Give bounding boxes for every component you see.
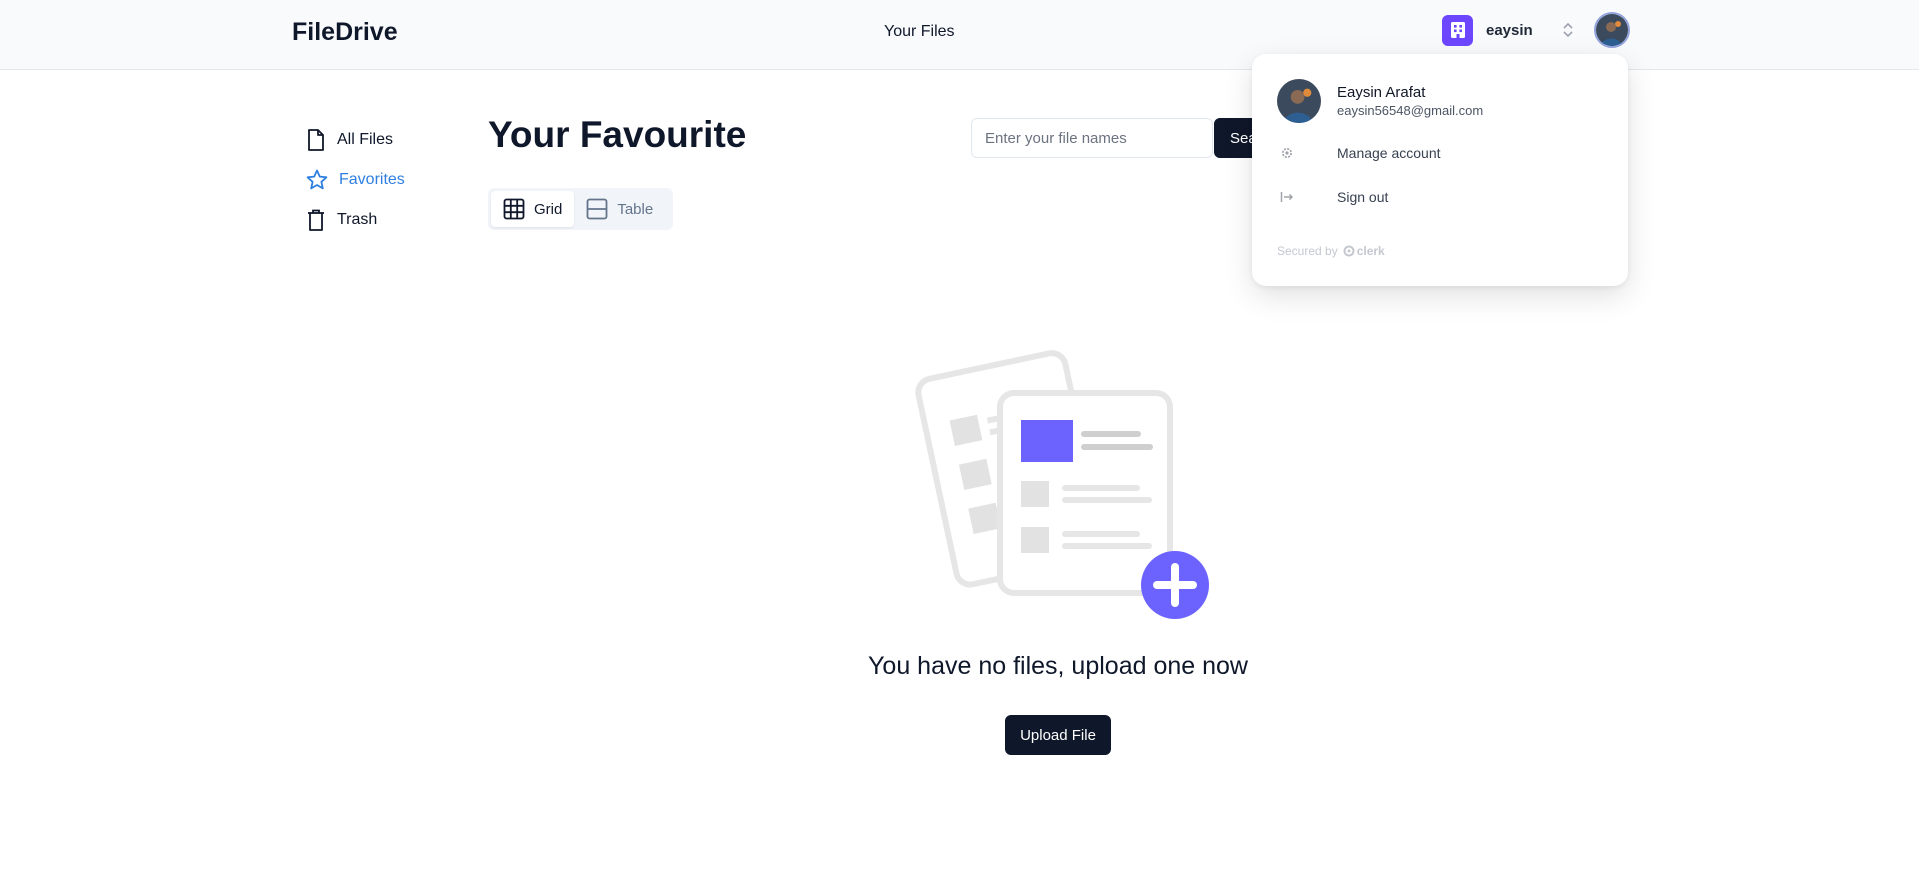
sidebar-item-all-files[interactable]: All Files xyxy=(305,124,455,156)
avatar xyxy=(1277,79,1321,123)
sidebar-item-trash[interactable]: Trash xyxy=(305,204,455,236)
clerk-brand[interactable]: clerk xyxy=(1343,244,1385,258)
sidebar-nav: All Files Favorites Trash xyxy=(305,124,455,244)
table-icon xyxy=(586,198,608,220)
sidebar-item-label: Favorites xyxy=(339,171,405,188)
search-form: Sea xyxy=(971,118,1304,158)
sign-out-label: Sign out xyxy=(1337,189,1389,205)
search-input[interactable] xyxy=(971,118,1213,158)
view-toggle: Grid Table xyxy=(488,188,673,230)
building-icon xyxy=(1442,14,1473,46)
tab-table[interactable]: Table xyxy=(574,191,665,227)
avatar xyxy=(1596,14,1628,46)
gear-icon xyxy=(1277,146,1297,160)
star-icon xyxy=(306,169,328,190)
organization-name: eaysin xyxy=(1486,21,1533,39)
sidebar-item-label: All Files xyxy=(337,131,394,148)
tab-label: Grid xyxy=(534,200,563,218)
manage-account-button[interactable]: Manage account xyxy=(1277,139,1607,167)
trash-icon xyxy=(308,209,324,231)
secured-by-text: Secured by xyxy=(1277,244,1338,258)
app-logo[interactable]: FileDrive xyxy=(292,18,398,47)
user-email: eaysin56548@gmail.com xyxy=(1337,103,1484,118)
user-full-name: Eaysin Arafat xyxy=(1337,84,1426,101)
grid-icon xyxy=(503,198,525,220)
empty-state-message: You have no files, upload one now xyxy=(868,652,1248,680)
page-title: Your Favourite xyxy=(488,114,747,155)
top-header: FileDrive Your Files eaysin xyxy=(0,0,1919,70)
sidebar-item-label: Trash xyxy=(337,211,378,228)
clerk-brand-label: clerk xyxy=(1356,244,1385,258)
sign-out-button[interactable]: Sign out xyxy=(1277,183,1607,211)
user-menu-popover: Eaysin Arafat eaysin56548@gmail.com Mana… xyxy=(1252,54,1628,286)
organization-switcher[interactable]: eaysin xyxy=(1442,14,1587,46)
upload-file-button[interactable]: Upload File xyxy=(1005,715,1111,755)
file-icon xyxy=(308,129,324,151)
nav-your-files-link[interactable]: Your Files xyxy=(884,23,955,41)
secured-by-footer: Secured by clerk xyxy=(1277,244,1385,258)
chevron-up-down-icon xyxy=(1562,20,1574,45)
tab-grid[interactable]: Grid xyxy=(491,191,575,227)
clerk-logo-icon xyxy=(1343,245,1355,257)
empty-files-illustration xyxy=(905,345,1210,630)
user-avatar-button[interactable] xyxy=(1594,12,1630,48)
manage-account-label: Manage account xyxy=(1337,145,1441,161)
sidebar-item-favorites[interactable]: Favorites xyxy=(305,164,455,196)
tab-label: Table xyxy=(617,200,654,218)
sign-out-icon xyxy=(1277,191,1297,203)
